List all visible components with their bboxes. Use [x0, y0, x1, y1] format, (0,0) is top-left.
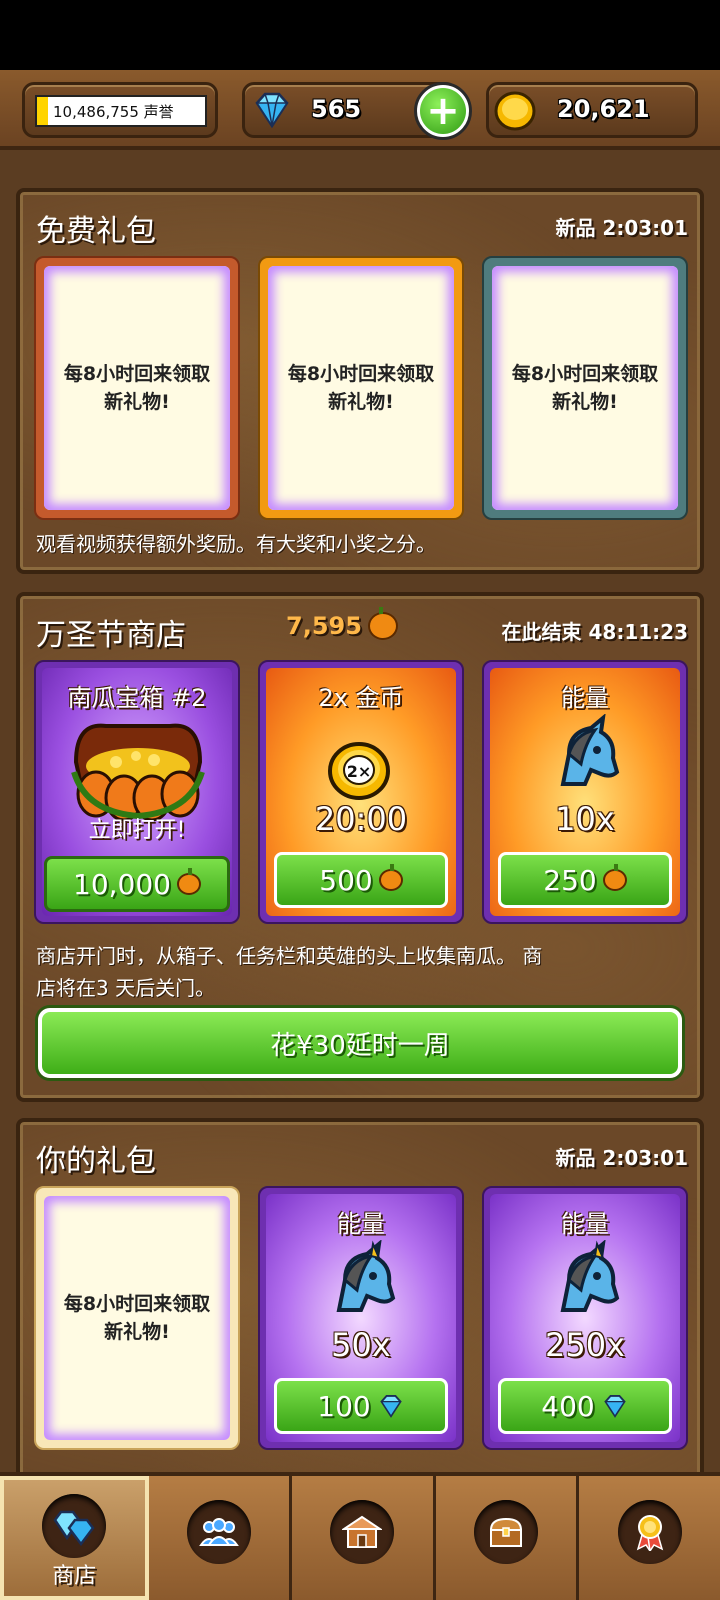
halloween-shop-title: 万圣节商店 [36, 618, 186, 653]
energy-price-button[interactable]: 250 [498, 852, 672, 908]
price-value: 10,000 [73, 867, 171, 901]
gem-icon [255, 92, 289, 129]
free-pack-title: 免费礼包 [36, 214, 156, 249]
pumpkin-chest-icon [71, 723, 205, 822]
shop-screen: 10,486,755 声誉 565 20,621 + 免费礼包 新品 2:03:… [0, 0, 720, 1600]
unicorn-energy-icon [560, 1240, 620, 1312]
reputation-value: 10,486,755 声誉 [53, 102, 174, 121]
pumpkin-icon [602, 864, 627, 891]
plus-icon: + [420, 88, 466, 134]
nav-treasure-icon-holder [474, 1500, 539, 1564]
shop-item-title: 2x 金币 [318, 684, 404, 712]
extend-shop-button[interactable]: 花¥30延时一周 [38, 1008, 682, 1078]
free-pack-card-text: 每8小时回来领取新礼物! [44, 266, 230, 510]
price-value: 500 [319, 863, 373, 897]
gold-value: 20,621 [557, 95, 650, 123]
your-pack-card-1[interactable]: 每8小时回来领取新礼物! [34, 1186, 240, 1450]
pumpkin-icon [176, 868, 201, 895]
nav-heroes[interactable] [148, 1476, 293, 1600]
shop-item-duration: 20:00 [314, 800, 408, 838]
shop-item-energy[interactable]: 能量 10x 250 [482, 660, 688, 924]
price-value: 250 [543, 863, 597, 897]
shop-item-quantity: 250x [544, 1326, 625, 1364]
your-pack-energy-250[interactable]: 能量 250x 400 [482, 1186, 688, 1450]
free-pack-card-2[interactable]: 每8小时回来领取新礼物! [258, 256, 464, 520]
free-pack-panel: 免费礼包 新品 2:03:01 每8小时回来领取新礼物! 每8小时回来领取新礼物… [16, 188, 704, 574]
free-pack-card-text: 每8小时回来领取新礼物! [492, 266, 678, 510]
shop-item-quantity: 50x [331, 1326, 391, 1364]
shop-item-title: 能量 [337, 1210, 385, 1238]
pumpkin-counter: 7,595 [286, 607, 398, 640]
nav-shop-icon-holder [42, 1494, 107, 1558]
free-pack-timer: 新品 2:03:01 [555, 216, 688, 240]
reputation-progress-bar [37, 97, 48, 125]
gold-coin-icon [494, 91, 536, 131]
people-icon [199, 1518, 239, 1546]
energy-250-price-button[interactable]: 400 [498, 1378, 672, 1434]
nav-treasure[interactable] [435, 1476, 580, 1600]
pumpkin-icon [378, 864, 403, 891]
halloween-desc-line-1: 商店开门时，从箱子、任务栏和英雄的头上收集南瓜。 商 [36, 944, 543, 968]
your-pack-energy-50[interactable]: 能量 50x 100 [258, 1186, 464, 1450]
nav-buildings-icon-holder [330, 1500, 395, 1564]
halloween-shop-timer: 在此结束 48:11:23 [501, 620, 688, 644]
bottom-nav: 商店 [0, 1472, 720, 1600]
free-pack-footer: 观看视频获得额外奖励。有大奖和小奖之分。 [36, 532, 436, 556]
gold-pill: 20,621 [486, 82, 698, 138]
reputation-display: 10,486,755 声誉 [35, 95, 207, 127]
nav-buildings[interactable] [292, 1476, 436, 1600]
pumpkin-count: 7,595 [286, 612, 362, 640]
shop-item-title: 能量 [561, 684, 609, 712]
open-now-label: 立即打开! [88, 818, 186, 843]
gems-icon [53, 1510, 95, 1546]
svg-text:2×: 2× [347, 762, 372, 781]
double-coin-icon: 2× [328, 742, 390, 800]
nav-achievements-icon-holder [617, 1500, 682, 1564]
unicorn-energy-icon [336, 1240, 396, 1312]
your-pack-card-text: 每8小时回来领取新礼物! [44, 1196, 230, 1440]
gem-icon [380, 1394, 402, 1418]
price-value: 400 [541, 1389, 595, 1423]
shop-item-title: 能量 [561, 1210, 609, 1238]
your-pack-timer: 新品 2:03:01 [555, 1146, 688, 1170]
free-pack-card-text: 每8小时回来领取新礼物! [268, 266, 454, 510]
nav-achievements[interactable] [579, 1476, 720, 1600]
shop-item-pumpkin-chest[interactable]: 南瓜宝箱 #2 立即打开! 10,000 [34, 660, 240, 924]
pumpkin-chest-price-button[interactable]: 10,000 [44, 856, 230, 912]
medal-icon [636, 1515, 663, 1551]
nav-heroes-icon-holder [186, 1500, 251, 1564]
pumpkin-icon [367, 607, 398, 640]
shop-item-title: 南瓜宝箱 #2 [67, 684, 207, 712]
your-pack-title: 你的礼包 [36, 1144, 156, 1179]
add-gems-button[interactable]: + [414, 82, 472, 140]
gem-icon [604, 1394, 626, 1418]
house-icon [342, 1515, 383, 1548]
treasure-chest-icon [490, 1517, 523, 1547]
nav-shop-label: 商店 [52, 1564, 97, 1589]
unicorn-energy-icon [560, 714, 620, 786]
currency-bar: 10,486,755 声誉 565 20,621 [0, 70, 720, 150]
nav-shop[interactable]: 商店 [0, 1476, 149, 1600]
shop-item-double-gold[interactable]: 2x 金币 2× 20:00 500 [258, 660, 464, 924]
status-bar [0, 0, 720, 70]
double-gold-price-button[interactable]: 500 [274, 852, 448, 908]
halloween-shop-panel: 万圣节商店 7,595 在此结束 48:11:23 南瓜宝箱 #2 立即打开! … [16, 592, 704, 1102]
free-pack-card-1[interactable]: 每8小时回来领取新礼物! [34, 256, 240, 520]
free-pack-card-3[interactable]: 每8小时回来领取新礼物! [482, 256, 688, 520]
energy-50-price-button[interactable]: 100 [274, 1378, 448, 1434]
halloween-desc-line-2: 店将在3 天后关门。 [36, 976, 216, 1000]
gems-value: 565 [311, 95, 362, 123]
price-value: 100 [317, 1389, 371, 1423]
shop-item-quantity: 10x [555, 800, 615, 838]
reputation-pill: 10,486,755 声誉 [22, 82, 218, 138]
